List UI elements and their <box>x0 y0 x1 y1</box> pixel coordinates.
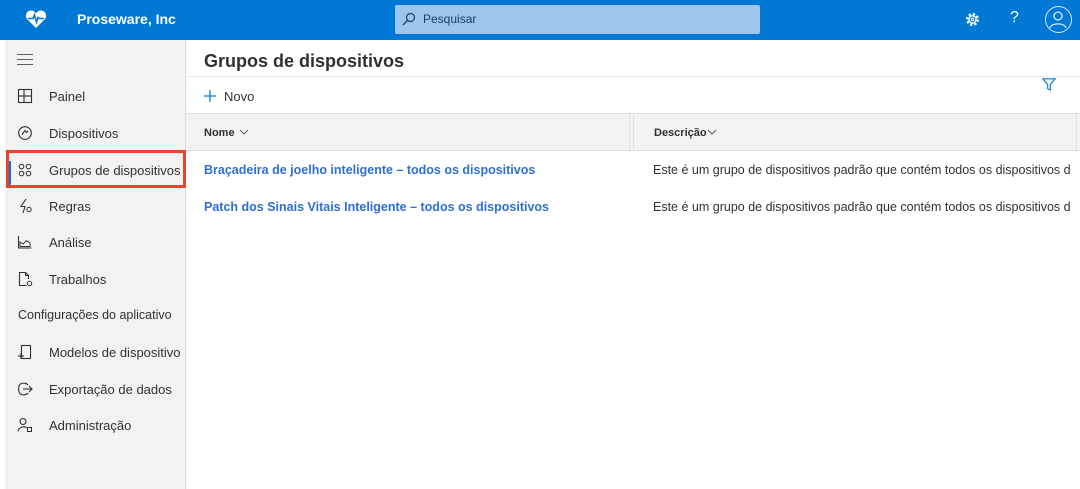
data-export-icon <box>18 382 33 396</box>
column-header-label: Nome <box>204 127 235 139</box>
column-header-description[interactable]: Descrição <box>633 114 1077 151</box>
highlight-box <box>6 150 186 188</box>
sidebar-item-analise[interactable]: Análise <box>5 227 186 257</box>
device-group-description: Este é um grupo de dispositivos padrão q… <box>653 200 1071 214</box>
column-header-name[interactable]: Nome <box>186 114 630 151</box>
sidebar-item-regras[interactable]: Regras <box>5 191 186 221</box>
page-title: Grupos de dispositivos <box>204 51 405 71</box>
sidebar: Painel Dispositivos Grupos de dispositiv… <box>5 40 186 489</box>
sidebar-item-label: Exportação de dados <box>49 382 172 397</box>
sidebar-item-label: Análise <box>49 235 92 250</box>
chevron-down-icon <box>239 129 249 135</box>
sidebar-item-trabalhos[interactable]: Trabalhos <box>5 264 186 294</box>
table-row[interactable]: Patch dos Sinais Vitais Inteligente – to… <box>186 189 1080 225</box>
device-group-link[interactable]: Patch dos Sinais Vitais Inteligente – to… <box>204 200 549 214</box>
sidebar-item-label: Dispositivos <box>49 126 119 141</box>
sidebar-item-label: Modelos de dispositivo <box>49 345 181 360</box>
chevron-down-icon <box>707 129 717 135</box>
devices-icon <box>18 126 32 140</box>
table-header: Nome Descrição <box>186 113 1080 151</box>
plus-icon <box>204 90 216 102</box>
new-button[interactable]: Novo <box>202 86 282 110</box>
device-templates-icon <box>18 344 32 360</box>
filter-icon[interactable] <box>1042 78 1056 91</box>
analytics-icon <box>17 236 32 249</box>
column-header-label: Descrição <box>654 127 707 139</box>
hamburger-menu-icon[interactable] <box>17 54 33 66</box>
sidebar-item-label: Administração <box>49 418 132 433</box>
gear-icon[interactable] <box>964 11 981 28</box>
section-title-app-settings: Configurações do aplicativo <box>18 308 172 322</box>
search-box[interactable]: Pesquisar <box>395 5 760 34</box>
sidebar-item-exportacao-de-dados[interactable]: Exportação de dados <box>5 374 186 404</box>
brand-name[interactable]: Proseware, Inc <box>77 11 176 27</box>
rules-icon <box>19 198 32 214</box>
help-button[interactable]: ? <box>1010 9 1019 27</box>
sidebar-item-label: Trabalhos <box>49 272 107 287</box>
search-icon <box>402 12 416 26</box>
device-group-description: Este é um grupo de dispositivos padrão q… <box>653 163 1071 177</box>
heart-pulse-icon <box>25 10 47 28</box>
jobs-icon <box>18 271 33 287</box>
new-button-label: Novo <box>224 89 255 104</box>
sidebar-item-modelos-de-dispositivo[interactable]: Modelos de dispositivo <box>5 337 186 367</box>
title-divider <box>186 76 1080 77</box>
sidebar-item-label: Regras <box>49 199 91 214</box>
top-bar: Proseware, Inc Pesquisar ? <box>0 0 1080 40</box>
administration-icon <box>17 417 32 432</box>
device-group-link[interactable]: Braçadeira de joelho inteligente – todos… <box>204 163 535 177</box>
sidebar-item-administracao[interactable]: Administração <box>5 410 186 440</box>
user-avatar-icon[interactable] <box>1045 6 1072 33</box>
main-content: Grupos de dispositivos Novo Nome Descriç… <box>186 40 1080 489</box>
sidebar-item-painel[interactable]: Painel <box>5 81 186 111</box>
sidebar-item-dispositivos[interactable]: Dispositivos <box>5 118 186 148</box>
search-input[interactable]: Pesquisar <box>423 12 476 26</box>
sidebar-item-label: Painel <box>49 89 86 104</box>
dashboard-icon <box>17 88 33 104</box>
table-row[interactable]: Braçadeira de joelho inteligente – todos… <box>186 152 1080 188</box>
